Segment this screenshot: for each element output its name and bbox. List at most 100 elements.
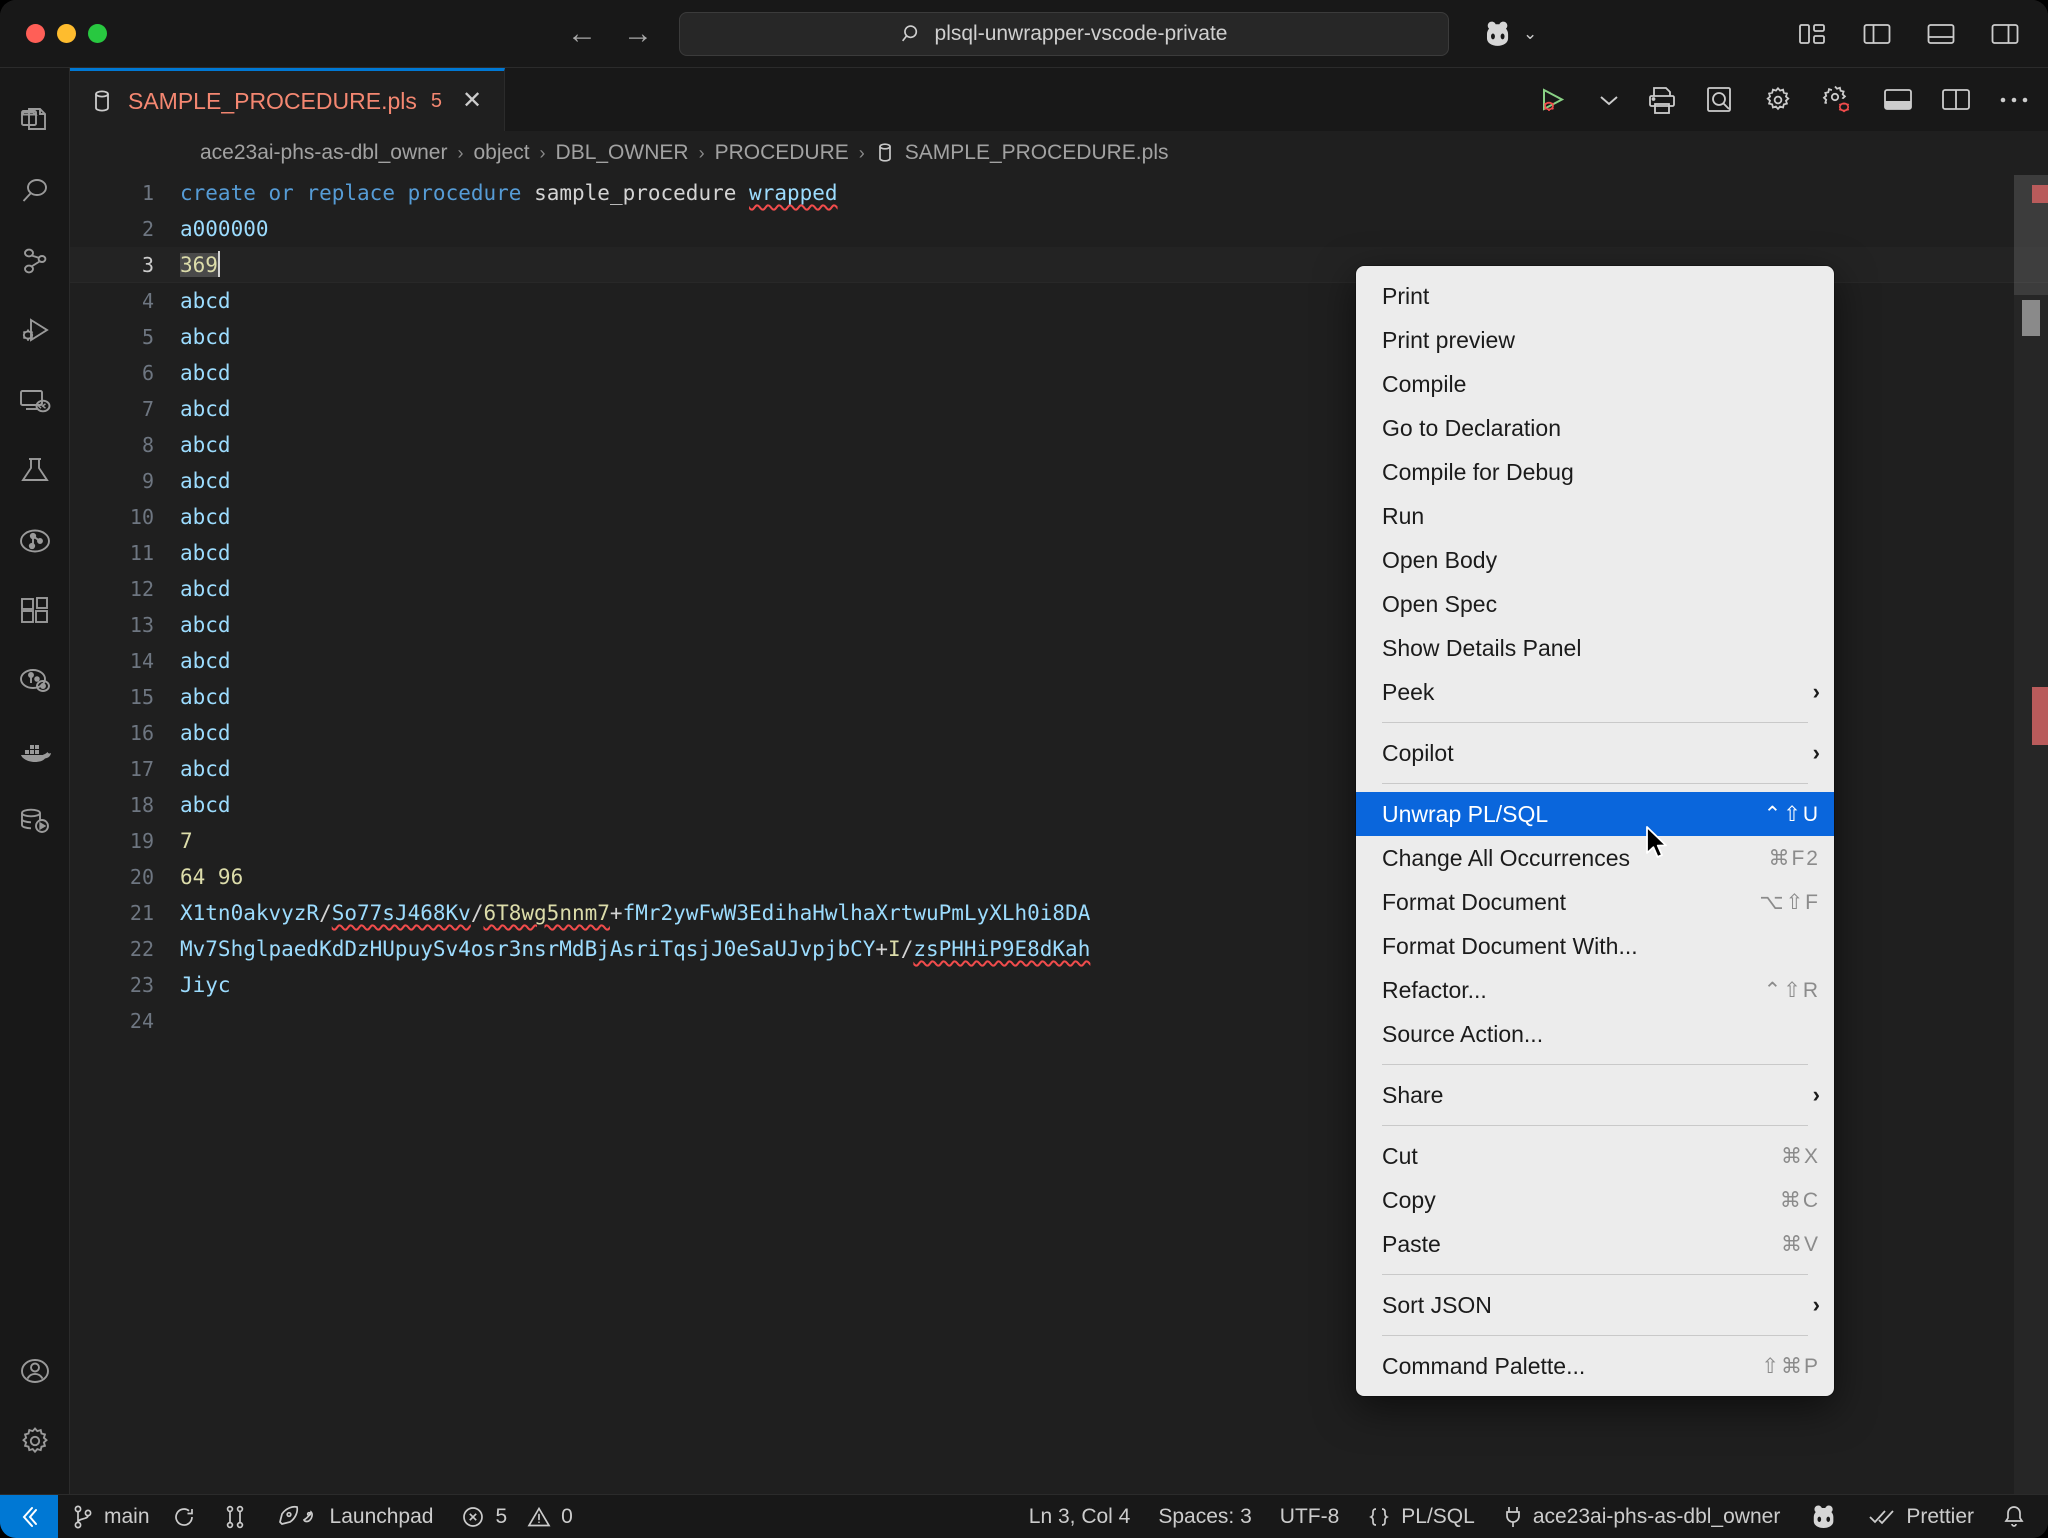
menu-separator bbox=[1382, 783, 1808, 784]
status-indentation[interactable]: Spaces: 3 bbox=[1144, 1495, 1265, 1538]
breadcrumb-item-4[interactable]: SAMPLE_PROCEDURE.pls bbox=[875, 141, 1169, 165]
menu-item-source-action[interactable]: Source Action... bbox=[1356, 1012, 1834, 1056]
chevron-down-icon[interactable] bbox=[1598, 93, 1620, 107]
menu-item-copy[interactable]: Copy ⌘C bbox=[1356, 1178, 1834, 1222]
accounts-button[interactable] bbox=[0, 1336, 70, 1406]
menu-item-unwrap-plsql[interactable]: Unwrap PL/SQL ⌃⇧U bbox=[1356, 792, 1834, 836]
maximize-window-button[interactable] bbox=[88, 24, 107, 43]
menu-item-cut[interactable]: Cut ⌘X bbox=[1356, 1134, 1834, 1178]
close-icon[interactable]: ✕ bbox=[462, 89, 482, 113]
menu-item-run[interactable]: Run bbox=[1356, 494, 1834, 538]
sidebar-item-source-control[interactable] bbox=[0, 226, 70, 296]
menu-item-open-body[interactable]: Open Body bbox=[1356, 538, 1834, 582]
menu-item-share[interactable]: Share › bbox=[1356, 1073, 1834, 1117]
printer-icon[interactable] bbox=[1646, 85, 1678, 115]
status-branch[interactable]: main bbox=[58, 1495, 210, 1538]
editor-context-menu[interactable]: Print Print preview Compile Go to Declar… bbox=[1356, 266, 1834, 1396]
toggle-panel-icon[interactable] bbox=[1926, 21, 1956, 47]
gear-bug-icon[interactable] bbox=[1820, 84, 1856, 116]
forward-icon[interactable]: → bbox=[623, 18, 653, 49]
breadcrumb-item-2[interactable]: DBL_OWNER bbox=[556, 141, 689, 165]
sidebar-item-search[interactable] bbox=[0, 156, 70, 226]
menu-item-show-details-panel[interactable]: Show Details Panel bbox=[1356, 626, 1834, 670]
ellipsis-icon[interactable] bbox=[1998, 95, 2030, 105]
line-number: 19 bbox=[129, 829, 154, 853]
close-window-button[interactable] bbox=[26, 24, 45, 43]
back-icon[interactable]: ← bbox=[567, 18, 597, 49]
menu-item-shortcut: ⌘X bbox=[1780, 1144, 1820, 1168]
line-content: abcd bbox=[180, 685, 231, 709]
menu-item-sort-json[interactable]: Sort JSON › bbox=[1356, 1283, 1834, 1327]
menu-item-label: Open Spec bbox=[1382, 590, 1498, 617]
print-preview-icon[interactable] bbox=[1704, 85, 1736, 115]
status-copilot[interactable] bbox=[1794, 1495, 1854, 1538]
tab-error-badge: 5 bbox=[430, 89, 442, 112]
menu-item-format-document[interactable]: Format Document ⌥⇧F bbox=[1356, 880, 1834, 924]
toggle-secondary-sidebar-icon[interactable] bbox=[1990, 21, 2020, 47]
sidebar-item-testing[interactable] bbox=[0, 436, 70, 506]
menu-item-paste[interactable]: Paste ⌘V bbox=[1356, 1222, 1834, 1266]
sidebar-item-sql-developer[interactable] bbox=[0, 646, 70, 716]
line-content: abcd bbox=[180, 361, 231, 385]
menu-item-print-preview[interactable]: Print preview bbox=[1356, 318, 1834, 362]
menu-item-print[interactable]: Print bbox=[1356, 274, 1834, 318]
status-problems[interactable]: 5 0 bbox=[447, 1495, 586, 1538]
sidebar-item-extensions[interactable] bbox=[0, 576, 70, 646]
status-notifications[interactable] bbox=[1988, 1495, 2048, 1538]
remote-host-indicator[interactable] bbox=[0, 1494, 58, 1538]
line-content: 369 bbox=[180, 247, 220, 283]
menu-item-compile-for-debug[interactable]: Compile for Debug bbox=[1356, 450, 1834, 494]
sidebar-item-database-run[interactable] bbox=[0, 786, 70, 856]
minimize-window-button[interactable] bbox=[57, 24, 76, 43]
menu-item-change-all-occurrences[interactable]: Change All Occurrences ⌘F2 bbox=[1356, 836, 1834, 880]
status-prettier[interactable]: Prettier bbox=[1854, 1495, 1988, 1538]
error-icon bbox=[461, 1505, 485, 1529]
sidebar-item-remote-explorer[interactable] bbox=[0, 366, 70, 436]
menu-separator bbox=[1382, 1064, 1808, 1065]
status-db-connection[interactable]: ace23ai-phs-as-dbl_owner bbox=[1489, 1495, 1794, 1538]
menu-item-peek[interactable]: Peek › bbox=[1356, 670, 1834, 714]
customize-layout-icon[interactable] bbox=[1798, 21, 1828, 47]
panel-icon[interactable] bbox=[1882, 87, 1914, 113]
search-icon bbox=[901, 23, 923, 45]
status-cursor-position[interactable]: Ln 3, Col 4 bbox=[1015, 1495, 1145, 1538]
breadcrumb-item-1[interactable]: object bbox=[473, 141, 529, 165]
command-center[interactable]: plsql-unwrapper-vscode-private bbox=[679, 11, 1449, 56]
toggle-primary-sidebar-icon[interactable] bbox=[1862, 21, 1892, 47]
breadcrumb-item-3[interactable]: PROCEDURE bbox=[715, 141, 849, 165]
breadcrumb-item-0[interactable]: ace23ai-phs-as-dbl_owner bbox=[200, 141, 447, 165]
menu-item-copilot[interactable]: Copilot › bbox=[1356, 731, 1834, 775]
status-warning-count: 0 bbox=[561, 1504, 573, 1528]
menu-item-open-spec[interactable]: Open Spec bbox=[1356, 582, 1834, 626]
copilot-menu[interactable]: ⌄ bbox=[1481, 20, 1537, 48]
menu-item-label: Show Details Panel bbox=[1382, 634, 1582, 661]
tab-sample-procedure[interactable]: SAMPLE_PROCEDURE.pls 5 ✕ bbox=[70, 68, 506, 131]
line-content: abcd bbox=[180, 793, 231, 817]
sync-icon[interactable] bbox=[172, 1505, 196, 1529]
menu-item-command-palette[interactable]: Command Palette... ⇧⌘P bbox=[1356, 1344, 1834, 1388]
status-encoding[interactable]: UTF-8 bbox=[1266, 1495, 1354, 1538]
menu-separator bbox=[1382, 1274, 1808, 1275]
gear-icon[interactable] bbox=[1762, 85, 1794, 115]
editor-scrollbar[interactable] bbox=[2014, 175, 2048, 1494]
status-language-mode[interactable]: PL/SQL bbox=[1353, 1495, 1489, 1538]
split-editor-icon[interactable] bbox=[1940, 87, 1972, 113]
manage-settings-button[interactable] bbox=[0, 1406, 70, 1476]
vscode-window: ← → plsql-unwrapper-vscode-private ⌄ SAM… bbox=[0, 0, 2048, 1538]
sidebar-item-explorer[interactable] bbox=[0, 86, 70, 156]
menu-item-shortcut: ⌃⇧U bbox=[1763, 802, 1820, 826]
sidebar-item-database-graph[interactable] bbox=[0, 506, 70, 576]
menu-item-refactor[interactable]: Refactor... ⌃⇧R bbox=[1356, 968, 1834, 1012]
menu-item-go-to-declaration[interactable]: Go to Declaration bbox=[1356, 406, 1834, 450]
status-launchpad[interactable]: Launchpad bbox=[262, 1495, 448, 1538]
status-source-control-graph[interactable] bbox=[210, 1495, 262, 1538]
line-number: 24 bbox=[129, 1009, 154, 1033]
menu-item-label: Run bbox=[1382, 502, 1425, 529]
tab-bar: SAMPLE_PROCEDURE.pls 5 ✕ bbox=[70, 68, 2048, 131]
menu-item-format-document-with[interactable]: Format Document With... bbox=[1356, 924, 1834, 968]
sidebar-item-docker[interactable] bbox=[0, 716, 70, 786]
menu-item-compile[interactable]: Compile bbox=[1356, 362, 1834, 406]
run-debug-play-icon[interactable] bbox=[1536, 85, 1572, 115]
sidebar-item-run-and-debug[interactable] bbox=[0, 296, 70, 366]
command-center-label: plsql-unwrapper-vscode-private bbox=[934, 21, 1228, 45]
